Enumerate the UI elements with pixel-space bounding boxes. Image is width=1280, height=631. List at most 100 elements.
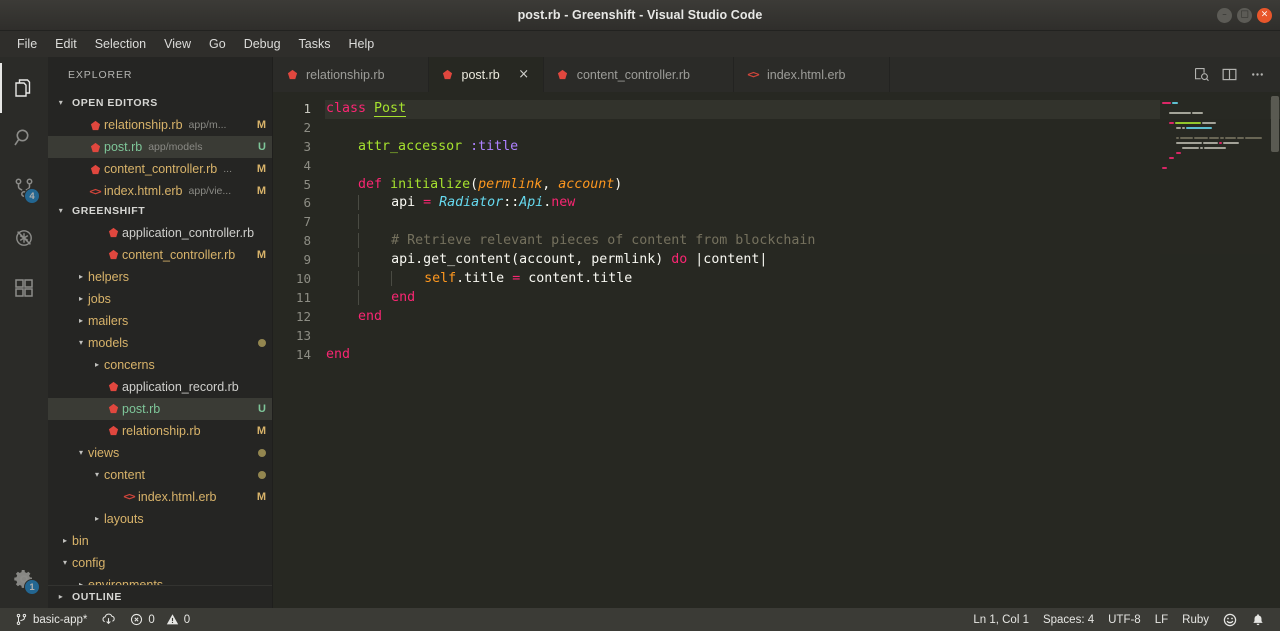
folder-name: mailers [88, 314, 128, 328]
explorer-title: EXPLORER [48, 57, 272, 92]
code-content[interactable]: class Post attr_accessor :title def init… [325, 92, 1280, 608]
chevron-right-icon[interactable] [58, 537, 72, 545]
code-editor[interactable]: 1234567891011121314 class Post attr_acce… [273, 92, 1280, 608]
chevron-right-icon[interactable] [90, 361, 104, 369]
vscode-window: post.rb - Greenshift - Visual Studio Cod… [0, 0, 1280, 631]
menu-debug[interactable]: Debug [235, 33, 290, 55]
close-icon: × [1261, 11, 1269, 20]
open-editor-row[interactable]: content_controller.rb ... M [48, 158, 272, 180]
status-branch[interactable]: basic-app* [8, 608, 94, 631]
activity-explorer[interactable] [0, 63, 48, 113]
tab-index-html-erb[interactable]: <> index.html.erb × [734, 57, 890, 92]
more-actions-icon[interactable] [1244, 60, 1270, 90]
open-editor-row[interactable]: post.rb app/models U [48, 136, 272, 158]
open-editor-row[interactable]: <> index.html.erb app/vie... M [48, 180, 272, 200]
menu-view[interactable]: View [155, 33, 200, 55]
split-editor-icon[interactable] [1216, 60, 1242, 90]
tab-post-rb[interactable]: post.rb × [429, 57, 544, 92]
chevron-down-icon[interactable] [90, 471, 104, 479]
code-line-2 [325, 119, 1280, 138]
activity-source-control[interactable]: 4 [0, 163, 48, 213]
status-sync[interactable] [94, 608, 123, 631]
minimize-button[interactable]: – [1217, 8, 1232, 23]
activity-extensions[interactable] [0, 263, 48, 313]
tab-close-icon[interactable]: × [517, 68, 531, 81]
tree-file-row[interactable]: content_controller.rbM [48, 244, 272, 266]
line-number: 10 [273, 270, 311, 289]
code-line-5: def initialize(permlink, account) [325, 176, 1280, 195]
status-bar-right: Ln 1, Col 1 Spaces: 4 UTF-8 LF Ruby [966, 608, 1272, 631]
open-editor-row[interactable]: relationship.rb app/m... M [48, 114, 272, 136]
editor-minimap[interactable] [1160, 92, 1270, 608]
tree-folder-row[interactable]: environments [48, 574, 272, 585]
tree-file-row[interactable]: application_record.rb [48, 376, 272, 398]
line-number: 7 [273, 213, 311, 232]
activity-settings[interactable]: 1 [0, 554, 48, 604]
chevron-down-icon[interactable] [74, 449, 88, 457]
close-button[interactable]: × [1257, 8, 1272, 23]
ruby-icon [86, 142, 104, 153]
code-line-10: self.title = content.title [325, 270, 1280, 289]
folder-name: models [88, 336, 128, 350]
section-outline[interactable]: OUTLINE [48, 585, 272, 608]
tree-folder-row[interactable]: jobs [48, 288, 272, 310]
chevron-down-icon[interactable] [58, 559, 72, 567]
tree-file-row[interactable]: post.rbU [48, 398, 272, 420]
workbench: 4 [0, 57, 1280, 608]
tree-folder-row[interactable]: models [48, 332, 272, 354]
menu-help[interactable]: Help [340, 33, 384, 55]
folder-name: content [104, 468, 145, 482]
chevron-right-icon[interactable] [90, 515, 104, 523]
ruby-icon [86, 164, 104, 175]
activity-search[interactable] [0, 113, 48, 163]
file-name: application_record.rb [122, 380, 239, 394]
outline-label: OUTLINE [72, 591, 122, 603]
tab-content-controller-rb[interactable]: content_controller.rb × [544, 57, 734, 92]
chevron-right-icon[interactable] [74, 295, 88, 303]
tree-folder-row[interactable]: layouts [48, 508, 272, 530]
menu-selection[interactable]: Selection [86, 33, 155, 55]
scrollbar-slider[interactable] [1271, 96, 1279, 152]
erb-icon: <> [86, 185, 104, 198]
menu-tasks[interactable]: Tasks [290, 33, 340, 55]
section-open-editors[interactable]: OPEN EDITORS [48, 92, 272, 114]
chevron-right-icon[interactable] [74, 581, 88, 585]
chevron-down-icon[interactable] [74, 339, 88, 347]
maximize-button[interactable]: □ [1237, 8, 1252, 23]
ruby-icon [104, 249, 122, 260]
status-language-mode[interactable]: Ruby [1175, 608, 1216, 631]
ruby-icon [556, 69, 570, 80]
status-eol[interactable]: LF [1148, 608, 1175, 631]
status-problems[interactable]: 0 0 [123, 608, 197, 631]
tree-file-row[interactable]: application_controller.rb [48, 222, 272, 244]
tree-file-row[interactable]: <>index.html.erbM [48, 486, 272, 508]
tab-relationship-rb[interactable]: relationship.rb × [273, 57, 429, 92]
sync-icon [101, 612, 116, 627]
status-cursor-position[interactable]: Ln 1, Col 1 [966, 608, 1036, 631]
status-indentation[interactable]: Spaces: 4 [1036, 608, 1101, 631]
tree-folder-row[interactable]: concerns [48, 354, 272, 376]
menu-edit[interactable]: Edit [46, 33, 86, 55]
editor-vertical-scrollbar[interactable] [1270, 92, 1280, 608]
section-project-greenshift[interactable]: GREENSHIFT [48, 200, 272, 222]
tree-folder-row[interactable]: content [48, 464, 272, 486]
tree-folder-row[interactable]: helpers [48, 266, 272, 288]
ruby-icon [104, 381, 122, 392]
tree-folder-row[interactable]: config [48, 552, 272, 574]
chevron-right-icon[interactable] [74, 273, 88, 281]
tree-folder-row[interactable]: views [48, 442, 272, 464]
file-name: index.html.erb [138, 490, 217, 504]
status-encoding[interactable]: UTF-8 [1101, 608, 1148, 631]
activity-debug[interactable] [0, 213, 48, 263]
status-feedback[interactable] [1216, 608, 1244, 631]
tree-file-row[interactable]: relationship.rbM [48, 420, 272, 442]
open-preview-icon[interactable] [1188, 60, 1214, 90]
open-editor-status: M [251, 163, 266, 175]
menu-file[interactable]: File [8, 33, 46, 55]
tree-folder-row[interactable]: mailers [48, 310, 272, 332]
status-notifications[interactable] [1244, 608, 1272, 631]
chevron-right-icon[interactable] [74, 317, 88, 325]
menu-go[interactable]: Go [200, 33, 235, 55]
settings-badge: 1 [24, 579, 40, 595]
tree-folder-row[interactable]: bin [48, 530, 272, 552]
